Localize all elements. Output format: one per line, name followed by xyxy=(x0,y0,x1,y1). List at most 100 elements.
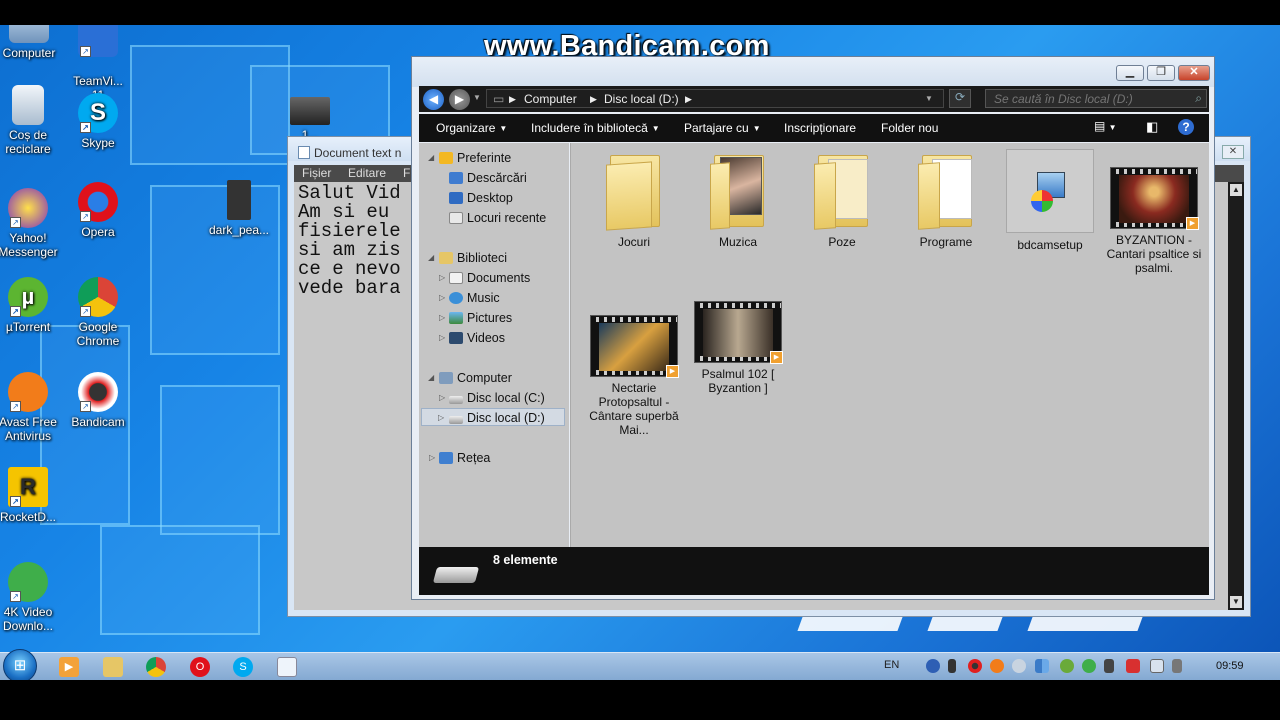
expand-icon[interactable]: ▷ xyxy=(439,329,445,347)
help-tray-icon[interactable] xyxy=(926,659,940,673)
action-center-icon[interactable] xyxy=(1126,659,1140,673)
organize-menu[interactable]: Organizare ▼ xyxy=(436,121,507,135)
taskbar-notepad-icon[interactable] xyxy=(277,657,297,677)
preview-pane-icon[interactable]: ◧ xyxy=(1146,119,1158,135)
close-button[interactable]: ✕ xyxy=(1178,65,1210,81)
taskbar-opera-icon[interactable]: O xyxy=(190,657,210,677)
bandicam-tray-icon[interactable] xyxy=(968,659,982,673)
address-bar[interactable]: ▭ ▶ Computer ▶ Disc local (D:) ▶ ▼ xyxy=(486,89,944,108)
collapse-icon[interactable]: ◢ xyxy=(428,149,434,167)
desktop-icon-bandicam[interactable]: ↗ Bandicam xyxy=(59,372,137,429)
item-byzantion[interactable]: ▶ BYZANTION - Cantari psaltice si psalmi… xyxy=(1106,167,1202,275)
share-with-menu[interactable]: Partajare cu ▼ xyxy=(684,121,761,135)
search-input[interactable] xyxy=(986,90,1186,107)
item-programe[interactable]: Programe xyxy=(898,149,994,249)
menu-edit[interactable]: Editare xyxy=(348,166,386,180)
language-indicator[interactable]: EN xyxy=(884,659,899,671)
desktop-icon-avast[interactable]: ↗ Avast Free Antivirus xyxy=(0,372,67,443)
explorer-window[interactable]: ▁ ❐ ✕ ◀ ▶ ▼ ▭ ▶ Computer ▶ Disc local (D… xyxy=(411,56,1215,600)
taskbar-skype-icon[interactable]: S xyxy=(233,657,253,677)
nav-drive-d[interactable]: ▷ Disc local (D:) xyxy=(421,408,565,426)
item-bdcamsetup[interactable]: bdcamsetup xyxy=(1002,149,1098,252)
notepad-scrollbar[interactable]: ▲ ▼ xyxy=(1228,182,1244,610)
maximize-button[interactable]: ❐ xyxy=(1147,65,1175,81)
tray-icon[interactable] xyxy=(1012,659,1026,673)
scroll-up-icon[interactable]: ▲ xyxy=(1230,184,1242,196)
clock[interactable]: 09:59 xyxy=(1216,660,1244,672)
wallpaper-logo-stripe xyxy=(1027,617,1143,631)
new-folder-button[interactable]: Folder nou xyxy=(881,121,938,135)
forward-button[interactable]: ▶ xyxy=(449,89,470,110)
mic-tray-icon[interactable] xyxy=(948,659,956,673)
collapse-icon[interactable]: ◢ xyxy=(428,369,434,387)
change-view-icon[interactable]: ▤ ▼ xyxy=(1094,119,1117,133)
nav-libraries[interactable]: ◢ Biblioteci xyxy=(428,249,507,267)
skype-icon: S ↗ xyxy=(78,93,118,133)
taskbar-explorer-icon[interactable] xyxy=(103,657,123,677)
desktop-icon-utorrent[interactable]: µ ↗ µTorrent xyxy=(0,277,67,334)
desktop-icon-chrome[interactable]: ↗ Google Chrome xyxy=(59,277,137,348)
nav-downloads[interactable]: Descărcări xyxy=(449,169,527,187)
taskbar-chrome-icon[interactable] xyxy=(146,657,166,677)
nav-drive-c[interactable]: ▷ Disc local (C:) xyxy=(439,389,545,407)
nav-documents[interactable]: ▷ Documents xyxy=(439,269,530,287)
desktop-icon-recycle-bin[interactable]: Coș de reciclare xyxy=(0,85,67,156)
expand-icon[interactable]: ▷ xyxy=(439,289,445,307)
back-button[interactable]: ◀ xyxy=(423,89,444,110)
download-tray-icon[interactable] xyxy=(1082,659,1096,673)
scroll-down-icon[interactable]: ▼ xyxy=(1230,596,1242,608)
menu-format[interactable]: F xyxy=(403,166,410,180)
nav-favorites[interactable]: ◢ Preferinte xyxy=(428,149,511,167)
item-poze[interactable]: Poze xyxy=(794,149,890,249)
windows-tray-icon[interactable] xyxy=(1035,659,1049,673)
nav-desktop[interactable]: Desktop xyxy=(449,189,513,207)
nav-recent-places[interactable]: Locuri recente xyxy=(449,209,546,227)
network-tray-icon[interactable] xyxy=(1150,659,1164,673)
collapse-icon[interactable]: ◢ xyxy=(428,249,434,267)
desktop-icon-rocketdock[interactable]: R ↗ RocketD... xyxy=(0,467,67,524)
item-muzica[interactable]: Muzica xyxy=(690,149,786,249)
explorer-titlebar[interactable]: ▁ ❐ ✕ xyxy=(412,57,1214,87)
desktop-icon-computer[interactable]: Computer xyxy=(0,25,68,60)
help-icon[interactable]: ? xyxy=(1178,119,1194,135)
expand-icon[interactable]: ▷ xyxy=(429,449,435,467)
expand-icon[interactable]: ▷ xyxy=(438,409,444,427)
notepad-text[interactable]: Salut Vid Am si eu fisierele si am zis c… xyxy=(298,184,401,298)
address-dropdown-icon[interactable]: ▼ xyxy=(925,94,933,103)
expand-icon[interactable]: ▷ xyxy=(439,389,445,407)
desktop-icon-4k-video-downloader[interactable]: ↗ 4K Video Downlo... xyxy=(0,562,67,633)
breadcrumb-computer[interactable]: Computer xyxy=(524,92,577,106)
volume-icon[interactable] xyxy=(1172,659,1182,673)
search-icon[interactable]: ⌕ xyxy=(1195,91,1202,106)
expand-icon[interactable]: ▷ xyxy=(439,269,445,287)
expand-icon[interactable]: ▷ xyxy=(439,309,445,327)
nav-videos[interactable]: ▷ Videos xyxy=(439,329,505,347)
item-psalmul[interactable]: ▶ Psalmul 102 [ Byzantion ] xyxy=(690,301,786,395)
desktop-icon-yahoo-messenger[interactable]: ↗ Yahoo! Messenger xyxy=(0,188,67,259)
item-nectarie[interactable]: ▶ Nectarie Protopsaltul - Cântare superb… xyxy=(586,315,682,437)
include-in-library-menu[interactable]: Includere în bibliotecă ▼ xyxy=(531,121,660,135)
burn-button[interactable]: Inscripționare xyxy=(784,121,856,135)
recent-pages-icon[interactable]: ▼ xyxy=(473,93,481,102)
nav-computer[interactable]: ◢ Computer xyxy=(428,369,512,387)
folder-icon xyxy=(812,149,872,230)
menu-file[interactable]: Fișier xyxy=(302,166,331,180)
desktop-icon-skype[interactable]: S ↗ Skype xyxy=(59,93,137,150)
utorrent-tray-icon[interactable] xyxy=(1060,659,1074,673)
refresh-button[interactable]: ⟳ xyxy=(949,89,971,108)
breadcrumb-drive-d[interactable]: Disc local (D:) xyxy=(604,92,679,106)
nav-music[interactable]: ▷ Music xyxy=(439,289,500,307)
minimize-button[interactable]: ▁ xyxy=(1116,65,1144,81)
start-button[interactable]: ⊞ xyxy=(3,649,37,683)
desktop-icon-opera[interactable]: ↗ Opera xyxy=(59,182,137,239)
file-icon xyxy=(227,180,251,220)
search-field[interactable]: ⌕ xyxy=(985,89,1207,108)
item-jocuri[interactable]: Jocuri xyxy=(586,149,682,249)
desktop-icon-dark-pea[interactable]: dark_pea... xyxy=(200,180,278,237)
notepad-close-button[interactable]: ✕ xyxy=(1222,145,1244,159)
pen-tray-icon[interactable] xyxy=(1104,659,1114,673)
nav-pictures[interactable]: ▷ Pictures xyxy=(439,309,512,327)
nav-network[interactable]: ▷ Rețea xyxy=(429,449,490,467)
taskbar-media-player-icon[interactable]: ▶ xyxy=(59,657,79,677)
avast-tray-icon[interactable] xyxy=(990,659,1004,673)
